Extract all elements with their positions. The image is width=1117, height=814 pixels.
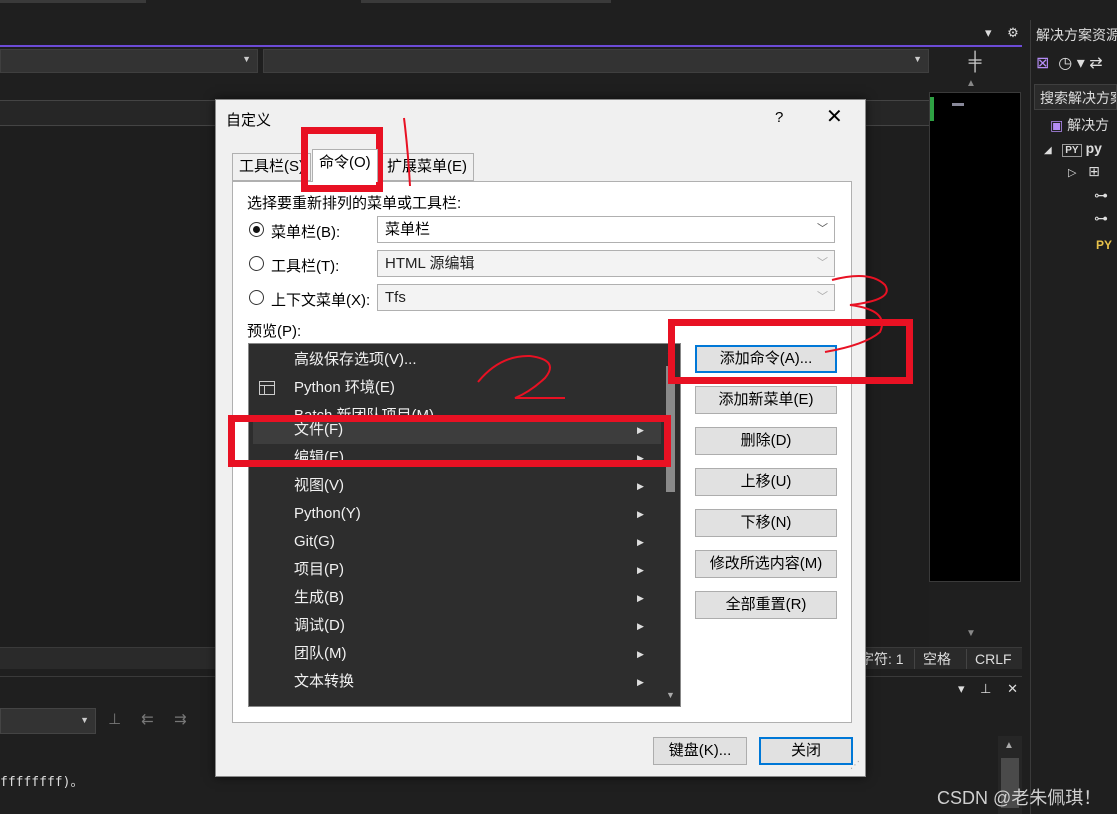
annotation-mark-3 bbox=[824, 275, 888, 353]
annotation-mark-2 bbox=[477, 354, 565, 399]
watermark: CSDN @老朱佩琪！ bbox=[937, 788, 1102, 808]
annotation-scribbles bbox=[403, 117, 888, 399]
annotation-mark-1 bbox=[403, 117, 411, 187]
tab-commands[interactable]: 命令(O) bbox=[312, 149, 378, 182]
